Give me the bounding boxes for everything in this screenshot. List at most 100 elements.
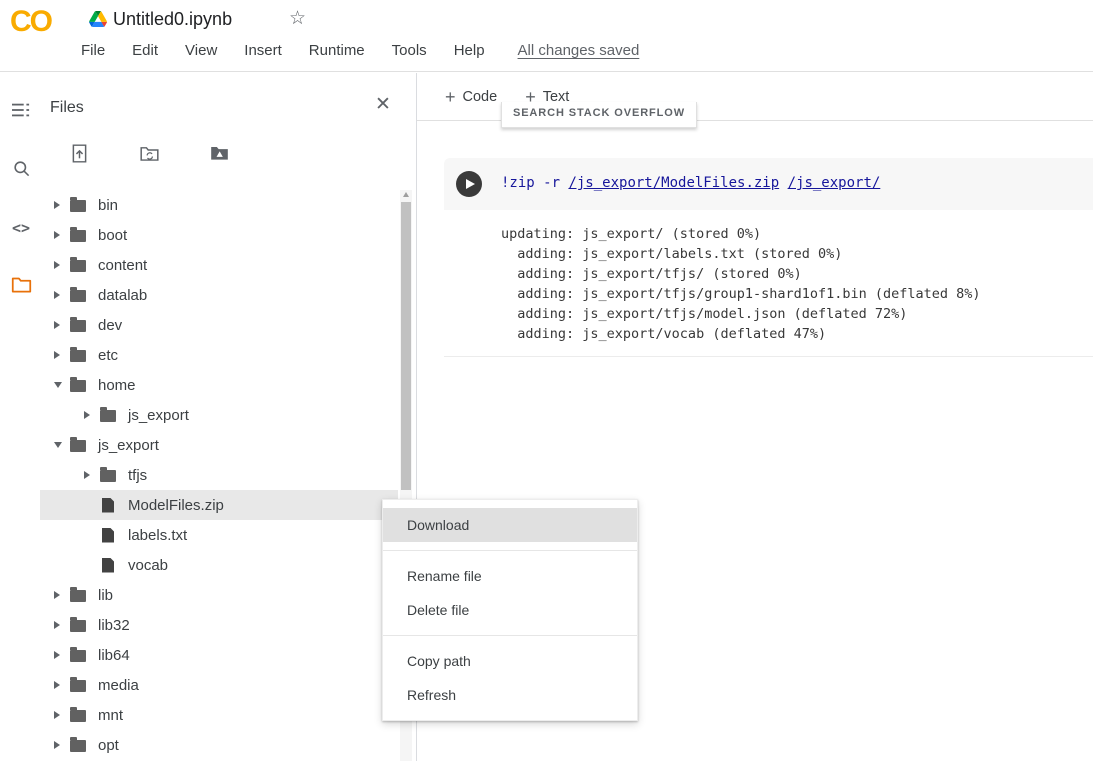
file-tree: bin boot content datalab dev xyxy=(40,190,398,760)
code-line[interactable]: !zip -r /js_export/ModelFiles.zip /js_ex… xyxy=(501,175,880,191)
menu-insert[interactable]: Insert xyxy=(244,42,282,59)
expand-arrow-icon[interactable] xyxy=(54,621,60,629)
expand-arrow-icon[interactable] xyxy=(54,741,60,749)
files-folder-icon-active[interactable] xyxy=(9,273,33,297)
output-line: adding: js_export/tfjs/model.json (defla… xyxy=(501,304,1093,324)
upload-icon[interactable] xyxy=(66,141,92,165)
tree-item-media[interactable]: media xyxy=(40,670,398,700)
expand-arrow-icon[interactable] xyxy=(84,411,90,419)
notebook-title[interactable]: Untitled0.ipynb xyxy=(113,9,232,30)
code-text: !zip -r xyxy=(501,175,568,191)
folder-icon xyxy=(70,320,86,332)
tree-item-js_export-home[interactable]: js_export xyxy=(40,400,398,430)
tree-item-opt[interactable]: opt xyxy=(40,730,398,760)
tree-item-etc[interactable]: etc xyxy=(40,340,398,370)
cell-output: updating: js_export/ (stored 0%) adding:… xyxy=(444,210,1093,357)
files-panel: Files ✕ xyxy=(40,73,400,761)
tree-item-label: mnt xyxy=(98,707,123,724)
menu-help[interactable]: Help xyxy=(454,42,485,59)
files-toolbar xyxy=(66,141,232,165)
menu-view[interactable]: View xyxy=(185,42,217,59)
menu-file[interactable]: File xyxy=(81,42,105,59)
expand-arrow-icon[interactable] xyxy=(54,231,60,239)
output-line: adding: js_export/vocab (deflated 47%) xyxy=(501,324,1093,344)
tree-item-lib[interactable]: lib xyxy=(40,580,398,610)
tree-item-label: content xyxy=(98,257,147,274)
menu-tools[interactable]: Tools xyxy=(392,42,427,59)
tree-item-dev[interactable]: dev xyxy=(40,310,398,340)
colab-logo[interactable]: CO xyxy=(10,5,51,39)
tree-item-home[interactable]: home xyxy=(40,370,398,400)
tree-item-lib64[interactable]: lib64 xyxy=(40,640,398,670)
scrollbar-thumb[interactable] xyxy=(401,202,411,490)
menu-runtime[interactable]: Runtime xyxy=(309,42,365,59)
file-icon xyxy=(102,498,114,513)
menu-divider xyxy=(383,550,637,551)
code-path-link[interactable]: /js_export/ xyxy=(788,175,881,191)
folder-icon xyxy=(70,680,86,692)
run-cell-button[interactable] xyxy=(456,171,482,197)
add-code-label: Code xyxy=(463,89,498,105)
tree-item-label: lib xyxy=(98,587,113,604)
tree-item-label: js_export xyxy=(98,437,159,454)
expand-arrow-icon[interactable] xyxy=(54,681,60,689)
tree-item-label: ModelFiles.zip xyxy=(128,497,224,514)
plus-icon: + xyxy=(445,88,456,106)
search-icon[interactable] xyxy=(9,156,33,180)
context-menu-download[interactable]: Download xyxy=(383,508,637,542)
expand-arrow-icon[interactable] xyxy=(54,201,60,209)
add-code-button[interactable]: + Code xyxy=(445,88,497,106)
expand-arrow-icon[interactable] xyxy=(54,291,60,299)
context-menu-refresh[interactable]: Refresh xyxy=(383,678,637,712)
star-icon[interactable]: ☆ xyxy=(289,7,306,30)
scroll-up-arrow-icon[interactable] xyxy=(403,192,409,197)
tree-item-js_export[interactable]: js_export xyxy=(40,430,398,460)
tree-item-lib32[interactable]: lib32 xyxy=(40,610,398,640)
save-status[interactable]: All changes saved xyxy=(518,42,640,59)
expand-arrow-icon[interactable] xyxy=(54,351,60,359)
output-line: updating: js_export/ (stored 0%) xyxy=(501,224,1093,244)
menu-divider xyxy=(383,635,637,636)
tree-item-content[interactable]: content xyxy=(40,250,398,280)
search-stack-overflow-button[interactable]: SEARCH STACK OVERFLOW xyxy=(501,102,697,128)
expand-arrow-icon[interactable] xyxy=(54,321,60,329)
context-menu-delete-file[interactable]: Delete file xyxy=(383,593,637,627)
menu-edit[interactable]: Edit xyxy=(132,42,158,59)
context-menu-copy-path[interactable]: Copy path xyxy=(383,644,637,678)
mount-drive-icon[interactable] xyxy=(206,141,232,165)
folder-icon xyxy=(70,590,86,602)
folder-icon xyxy=(70,230,86,242)
tree-item-mnt[interactable]: mnt xyxy=(40,700,398,730)
collapse-arrow-icon[interactable] xyxy=(54,382,62,388)
tree-item-tfjs[interactable]: tfjs xyxy=(40,460,398,490)
tree-item-labels-txt[interactable]: labels.txt xyxy=(40,520,398,550)
tree-item-label: vocab xyxy=(128,557,168,574)
table-of-contents-icon[interactable] xyxy=(9,98,33,122)
google-drive-icon xyxy=(89,11,107,27)
expand-arrow-icon[interactable] xyxy=(54,651,60,659)
expand-arrow-icon[interactable] xyxy=(54,261,60,269)
tree-item-label: datalab xyxy=(98,287,147,304)
expand-arrow-icon[interactable] xyxy=(54,591,60,599)
collapse-arrow-icon[interactable] xyxy=(54,442,62,448)
tree-item-label: home xyxy=(98,377,136,394)
refresh-folder-icon[interactable] xyxy=(136,141,162,165)
tree-item-boot[interactable]: boot xyxy=(40,220,398,250)
code-path-link[interactable]: /js_export/ModelFiles.zip xyxy=(568,175,779,191)
tree-item-label: labels.txt xyxy=(128,527,187,544)
tree-item-label: tfjs xyxy=(128,467,147,484)
context-menu-rename-file[interactable]: Rename file xyxy=(383,559,637,593)
tree-item-bin[interactable]: bin xyxy=(40,190,398,220)
tree-item-vocab[interactable]: vocab xyxy=(40,550,398,580)
output-line: adding: js_export/tfjs/group1-shard1of1.… xyxy=(501,284,1093,304)
code-cell-editor[interactable]: !zip -r /js_export/ModelFiles.zip /js_ex… xyxy=(444,158,1093,210)
expand-arrow-icon[interactable] xyxy=(84,471,90,479)
code-snippets-icon[interactable]: <> xyxy=(9,216,33,240)
header: CO Untitled0.ipynb ☆ File Edit View Inse… xyxy=(0,0,1093,72)
close-icon[interactable]: ✕ xyxy=(375,93,391,116)
tree-item-label: lib32 xyxy=(98,617,130,634)
tree-item-datalab[interactable]: datalab xyxy=(40,280,398,310)
folder-icon xyxy=(100,470,116,482)
expand-arrow-icon[interactable] xyxy=(54,711,60,719)
tree-item-modelfiles-zip[interactable]: ModelFiles.zip xyxy=(40,490,398,520)
